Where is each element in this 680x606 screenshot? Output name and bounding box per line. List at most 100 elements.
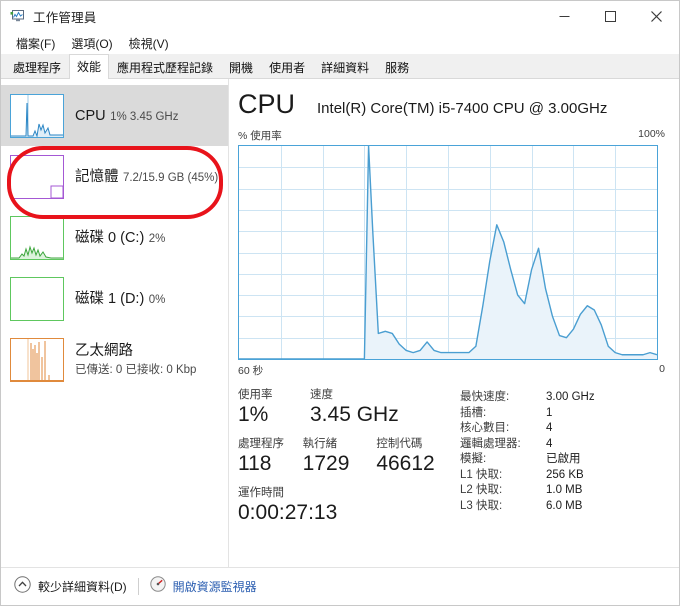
stats-details: 最快速度: 3.00 GHz 插槽: 1 核心數目: 4 邏輯處理器: 4 模擬…: [460, 388, 595, 535]
stat-utilization-value: 1%: [238, 403, 269, 426]
detail-l2-cache-key: L2 快取:: [460, 484, 503, 496]
menu-bar: 檔案(F) 選項(O) 檢視(V): [1, 32, 679, 54]
sidebar-item-memory-title: 記憶體: [75, 168, 119, 185]
stats-row-3: 運作時間 0:00:27:13: [238, 486, 450, 526]
stat-speed-label: 速度: [310, 389, 333, 401]
tab-details[interactable]: 詳細資料: [313, 56, 377, 78]
close-button[interactable]: [633, 1, 679, 31]
window-controls: [541, 1, 679, 31]
performance-panel: CPU Intel(R) Core(TM) i5-7400 CPU @ 3.00…: [230, 79, 679, 568]
stats-row-1: 使用率 1% 速度 3.45 GHz: [238, 388, 450, 428]
maximize-button[interactable]: [587, 1, 633, 31]
footer-bar: 較少詳細資料(D) 開啟資源監視器: [1, 567, 679, 605]
detail-l3-cache-key: L3 快取:: [460, 499, 503, 512]
stat-handles: 控制代碼 46612: [376, 437, 450, 477]
detail-l1-cache-key: L1 快取:: [460, 468, 503, 481]
menu-options[interactable]: 選項(O): [64, 32, 119, 55]
tab-app-history[interactable]: 應用程式歷程記錄: [109, 56, 221, 78]
detail-virtualization-value: 已啟用: [546, 453, 581, 465]
detail-base-speed-key: 最快速度:: [460, 391, 510, 403]
tab-users[interactable]: 使用者: [261, 56, 313, 78]
tab-bar: 處理程序 效能 應用程式歷程記錄 開機 使用者 詳細資料 服務: [1, 54, 679, 79]
sidebar-item-disk0-text: 磁碟 0 (C:) 2%: [75, 229, 165, 247]
detail-cores: 核心數目: 4: [460, 421, 595, 437]
footer-divider: [137, 578, 139, 595]
tab-processes[interactable]: 處理程序: [5, 56, 69, 78]
sidebar-item-disk0-title: 磁碟 0 (C:): [75, 229, 145, 246]
sidebar-item-cpu-subtitle: 1% 3.45 GHz: [110, 110, 179, 123]
stat-speed: 速度 3.45 GHz: [310, 388, 422, 428]
tab-performance[interactable]: 效能: [69, 54, 110, 79]
detail-l3-cache-value: 6.0 MB: [546, 499, 583, 512]
detail-sockets-value: 1: [546, 406, 553, 419]
x-axis-left-label: 60 秒: [238, 365, 264, 377]
detail-logical-processors-key: 邏輯處理器:: [460, 437, 521, 450]
chevron-up-circle-icon: [14, 575, 31, 598]
stat-handles-label: 控制代碼: [376, 438, 423, 450]
menu-file[interactable]: 檔案(F): [9, 32, 62, 55]
sidebar-item-memory-text: 記憶體 7.2/15.9 GB (45%): [75, 168, 218, 186]
sidebar-item-ethernet[interactable]: 乙太網路 已傳送: 0 已接收: 0 Kbp: [1, 329, 228, 390]
detail-sockets: 插槽: 1: [460, 406, 595, 422]
open-resource-monitor-button[interactable]: 開啟資源監視器: [149, 576, 257, 597]
page-title: CPU: [238, 89, 296, 119]
sidebar-item-disk0[interactable]: 磁碟 0 (C:) 2%: [1, 207, 228, 268]
stats-area: 使用率 1% 速度 3.45 GHz 處理程序 118 執行緒 1729 控制代…: [238, 388, 665, 535]
sidebar-item-ethernet-title: 乙太網路: [75, 342, 133, 359]
detail-l1-cache: L1 快取: 256 KB: [460, 468, 595, 484]
content-area: CPU 1% 3.45 GHz 記憶體 7.2/15.9 GB (45%) 磁碟…: [1, 79, 679, 568]
open-resource-monitor-link[interactable]: 開啟資源監視器: [173, 578, 257, 595]
cpu-thumbnail-icon: [10, 93, 64, 138]
stat-processes: 處理程序 118: [238, 437, 303, 477]
detail-l2-cache-value: 1.0 MB: [546, 484, 583, 496]
sidebar-item-disk1[interactable]: 磁碟 1 (D:) 0%: [1, 268, 228, 329]
stat-processes-value: 118: [238, 452, 272, 475]
menu-view[interactable]: 檢視(V): [122, 32, 176, 55]
panel-header: CPU Intel(R) Core(TM) i5-7400 CPU @ 3.00…: [238, 89, 665, 125]
stat-threads-label: 執行緒: [302, 438, 338, 450]
title-bar: 工作管理員: [1, 1, 679, 31]
stat-processes-label: 處理程序: [238, 438, 284, 450]
detail-logical-processors: 邏輯處理器: 4: [460, 437, 595, 453]
detail-virtualization: 模擬: 已啟用: [460, 452, 595, 468]
detail-virtualization-key: 模擬:: [460, 453, 487, 465]
y-axis-label: % 使用率: [238, 130, 282, 142]
detail-base-speed: 最快速度: 3.00 GHz: [460, 390, 595, 406]
detail-cores-key: 核心數目:: [460, 422, 510, 434]
tab-services[interactable]: 服務: [377, 56, 417, 78]
task-manager-window: 工作管理員 檔案(F) 選項(O) 檢視(V) 處理程序 效能 應用程式歷程記錄…: [0, 0, 680, 606]
sidebar-item-disk1-title: 磁碟 1 (D:): [75, 290, 145, 307]
minimize-button[interactable]: [541, 1, 587, 31]
stats-row-2: 處理程序 118 執行緒 1729 控制代碼 46612: [238, 437, 450, 477]
detail-cores-value: 4: [546, 422, 553, 434]
graph-top-axis: % 使用率 100%: [238, 128, 665, 143]
detail-sockets-key: 插槽:: [460, 406, 487, 419]
detail-l1-cache-value: 256 KB: [546, 468, 584, 481]
cpu-usage-graph[interactable]: [238, 145, 658, 360]
sidebar-item-cpu-title: CPU: [75, 107, 106, 124]
sidebar-item-cpu[interactable]: CPU 1% 3.45 GHz: [1, 85, 228, 146]
sidebar-item-memory-subtitle: 7.2/15.9 GB (45%): [122, 171, 219, 184]
stat-speed-value: 3.45 GHz: [310, 403, 399, 426]
cpu-model-name: Intel(R) Core(TM) i5-7400 CPU @ 3.00GHz: [317, 100, 608, 117]
ethernet-thumbnail-icon: [10, 337, 64, 382]
resource-sidebar: CPU 1% 3.45 GHz 記憶體 7.2/15.9 GB (45%) 磁碟…: [1, 79, 229, 568]
fewer-details-button[interactable]: 較少詳細資料(D): [14, 575, 127, 598]
cpu-usage-chart: [239, 146, 657, 359]
sidebar-item-ethernet-text: 乙太網路 已傳送: 0 已接收: 0 Kbp: [75, 342, 228, 378]
stat-handles-value: 46612: [376, 452, 435, 475]
sidebar-item-disk1-subtitle: 0%: [148, 293, 166, 306]
y-axis-max: 100%: [638, 128, 665, 140]
sidebar-item-cpu-text: CPU 1% 3.45 GHz: [75, 107, 178, 125]
disk1-thumbnail-icon: [10, 276, 64, 321]
stat-threads-value: 1729: [302, 452, 350, 475]
sidebar-item-ethernet-subtitle: 已傳送: 0 已接收: 0 Kbp: [75, 363, 197, 376]
stats-primary: 使用率 1% 速度 3.45 GHz 處理程序 118 執行緒 1729 控制代…: [238, 388, 450, 535]
sidebar-item-disk0-subtitle: 2%: [148, 232, 166, 245]
stat-utilization-label: 使用率: [238, 389, 273, 401]
sidebar-item-memory[interactable]: 記憶體 7.2/15.9 GB (45%): [1, 146, 228, 207]
sidebar-item-disk1-text: 磁碟 1 (D:) 0%: [75, 290, 165, 308]
stat-threads: 執行緒 1729: [303, 437, 377, 477]
detail-logical-processors-value: 4: [546, 437, 553, 450]
tab-startup[interactable]: 開機: [221, 56, 261, 78]
